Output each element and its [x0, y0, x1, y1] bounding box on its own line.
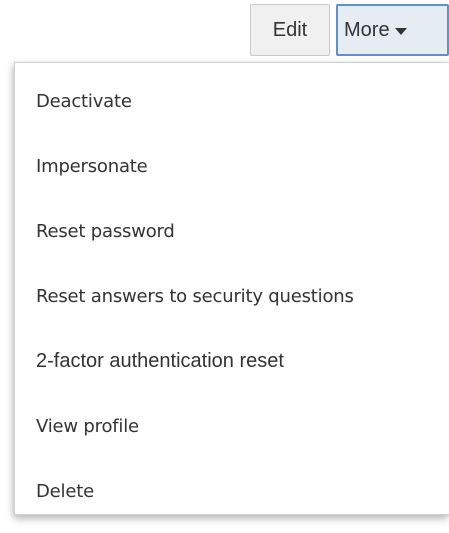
more-dropdown-button[interactable]: More	[336, 4, 449, 56]
menu-item-view-profile[interactable]: View profile	[15, 394, 449, 459]
menu-item-delete[interactable]: Delete	[15, 459, 449, 524]
more-dropdown-menu: Deactivate Impersonate Reset password Re…	[14, 62, 449, 515]
action-toolbar: Edit More	[250, 4, 449, 56]
menu-item-reset-security-answers[interactable]: Reset answers to security questions	[15, 264, 449, 329]
menu-item-deactivate[interactable]: Deactivate	[15, 69, 449, 134]
caret-down-icon	[394, 27, 407, 35]
page: Edit More Deactivate Impersonate Reset p…	[0, 0, 449, 533]
menu-item-impersonate[interactable]: Impersonate	[15, 134, 449, 199]
more-button-label: More	[344, 18, 390, 41]
menu-item-reset-password[interactable]: Reset password	[15, 199, 449, 264]
edit-button[interactable]: Edit	[250, 4, 330, 56]
menu-item-2fa-reset[interactable]: 2-factor authentication reset	[15, 329, 449, 394]
